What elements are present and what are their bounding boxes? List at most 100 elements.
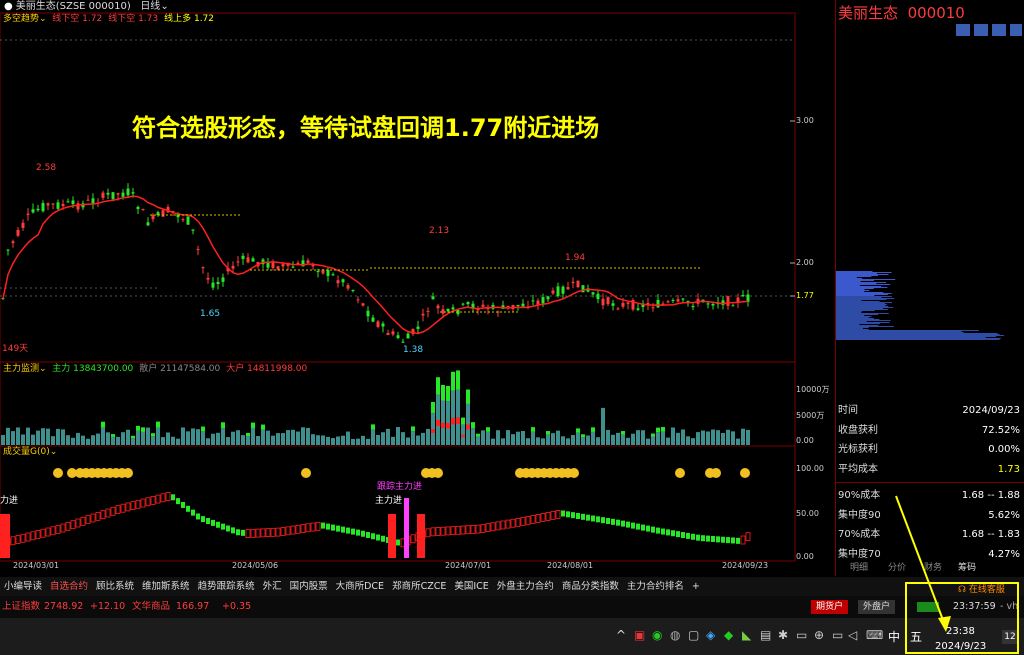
stat-label: 时间 — [838, 405, 858, 416]
third-indicator-name[interactable]: 成交量G(0) — [3, 447, 50, 457]
bottom-tab[interactable]: 商品分类指数 — [562, 581, 619, 592]
taskbar-clock-date[interactable]: 2024/9/23 — [935, 641, 986, 652]
index1-name[interactable]: 上证指数 — [2, 596, 40, 618]
chip-mode-icon[interactable] — [974, 24, 988, 36]
tab-finance[interactable]: 财务 — [924, 560, 942, 573]
candle-body — [746, 294, 750, 302]
ime-language[interactable]: 中 — [888, 628, 900, 645]
chevron-up-icon[interactable]: ^ — [616, 628, 626, 642]
bottom-tab[interactable]: 主力合约排名 — [627, 581, 684, 592]
chip-mode-icon[interactable] — [1010, 24, 1022, 36]
chip-mode-icon[interactable] — [956, 24, 970, 36]
bottom-tab[interactable]: 顾比系统 — [96, 581, 134, 592]
volume-bar-main — [411, 426, 415, 432]
chevron-down-icon[interactable]: ⌄ — [50, 447, 58, 457]
chip-bar — [836, 314, 879, 315]
display-icon[interactable]: ▭ — [796, 628, 807, 642]
ime-mode[interactable]: 五 — [910, 628, 922, 645]
indicator-bar — [470, 525, 476, 534]
candle-body — [396, 335, 400, 339]
indicator-bar — [430, 527, 436, 537]
tab-detail[interactable]: 明细 — [850, 560, 868, 573]
coin-marker — [301, 468, 311, 478]
bottom-tab[interactable]: 美国ICE — [454, 581, 488, 592]
wechat-icon[interactable]: ◉ — [652, 628, 662, 642]
volume-bar — [321, 435, 325, 445]
monitor-icon[interactable]: ▭ — [832, 628, 843, 642]
candle-body — [291, 266, 295, 268]
volume-bar — [246, 436, 250, 445]
volume-bar — [651, 436, 655, 445]
volume-bar-main — [456, 370, 460, 390]
indicator-bar — [480, 524, 486, 533]
chip-bar — [836, 299, 887, 300]
volume-bar — [311, 434, 315, 445]
bottom-tab[interactable]: 趋势跟踪系统 — [198, 581, 255, 592]
chip-bar — [836, 289, 865, 290]
bottom-tab[interactable]: 自选合约 — [50, 581, 88, 592]
bottom-tab[interactable]: 大商所DCE — [336, 581, 384, 592]
volume-bar — [531, 431, 535, 445]
candle-body — [466, 301, 470, 305]
volume-bar — [441, 400, 445, 445]
bottom-tab[interactable]: 外汇 — [263, 581, 282, 592]
bottom-tab[interactable]: 郑商所CZCE — [392, 581, 446, 592]
keyboard-icon[interactable]: ⌨ — [866, 628, 883, 642]
volume-icon[interactable]: ◁ — [848, 628, 857, 642]
vh-status: - vh — [1000, 601, 1019, 612]
indicator-bar — [336, 525, 340, 532]
notification-badge[interactable]: 12 — [1002, 630, 1018, 644]
nvidia-icon[interactable]: ◣ — [742, 628, 751, 642]
volume-bar — [696, 432, 700, 445]
app-tray-icon[interactable]: ◍ — [670, 628, 680, 642]
network-icon[interactable]: ⊕ — [814, 628, 824, 642]
candle-body — [61, 204, 65, 207]
bottom-tab[interactable]: 国内股票 — [290, 581, 328, 592]
tab-price[interactable]: 分价 — [888, 560, 906, 573]
volume-indicator-name[interactable]: 主力监测 — [3, 364, 39, 374]
indicator-bar — [515, 517, 521, 527]
app-tray-icon[interactable]: ◈ — [706, 628, 715, 642]
stat-value: 0.00% — [988, 444, 1020, 455]
volume-bar — [611, 434, 615, 445]
tab-chips[interactable]: 筹码 — [958, 560, 976, 573]
candle-body — [21, 222, 25, 228]
volume-bar — [226, 437, 230, 445]
candle-body — [591, 292, 595, 295]
volume-bar-main — [486, 427, 490, 432]
volume-bar — [156, 427, 160, 445]
ind-tick: 50.00 — [796, 509, 819, 518]
app-tray-icon[interactable]: ▢ — [688, 628, 699, 642]
app-tray-icon[interactable]: ▤ — [760, 628, 771, 642]
chip-bar — [836, 322, 890, 323]
volume-bar — [476, 436, 480, 445]
futures-account-button[interactable]: 期货户 — [811, 600, 849, 614]
indicator-bar — [226, 525, 230, 532]
chip-mode-icon[interactable] — [992, 24, 1006, 36]
volume-bar — [491, 438, 495, 445]
candle-body — [16, 229, 20, 236]
taskbar-clock-time[interactable]: 23:38 — [946, 626, 975, 637]
bottom-tab[interactable]: 小编导读 — [4, 581, 42, 592]
app-tray-icon[interactable]: ◆ — [724, 628, 733, 642]
candle-body — [416, 326, 420, 329]
volume-bar — [241, 435, 245, 445]
chip-bar — [836, 309, 889, 310]
volume-tick: 0.00 — [796, 436, 814, 445]
candle-body — [346, 285, 350, 289]
indicator-bar — [681, 532, 685, 539]
bottom-tab[interactable]: 外盘主力合约 — [497, 581, 554, 592]
app-tray-icon[interactable]: ▣ — [634, 628, 645, 642]
chip-bar — [836, 329, 869, 330]
volume-bar — [481, 430, 485, 445]
bottom-tab[interactable]: 维加斯系统 — [142, 581, 190, 592]
online-service-link[interactable]: ☊ 在线客服 — [958, 582, 1005, 595]
signal-icon — [917, 602, 939, 612]
bluetooth-icon[interactable]: ✱ — [778, 628, 788, 642]
bottom-tab[interactable]: + — [692, 581, 700, 592]
volume-bar — [21, 434, 25, 445]
chevron-down-icon[interactable]: ⌄ — [39, 364, 47, 374]
foreign-account-button[interactable]: 外盘户 — [858, 600, 896, 614]
signal-label-main: 主力进 — [375, 496, 403, 506]
index2-name[interactable]: 文华商品 — [132, 596, 170, 618]
